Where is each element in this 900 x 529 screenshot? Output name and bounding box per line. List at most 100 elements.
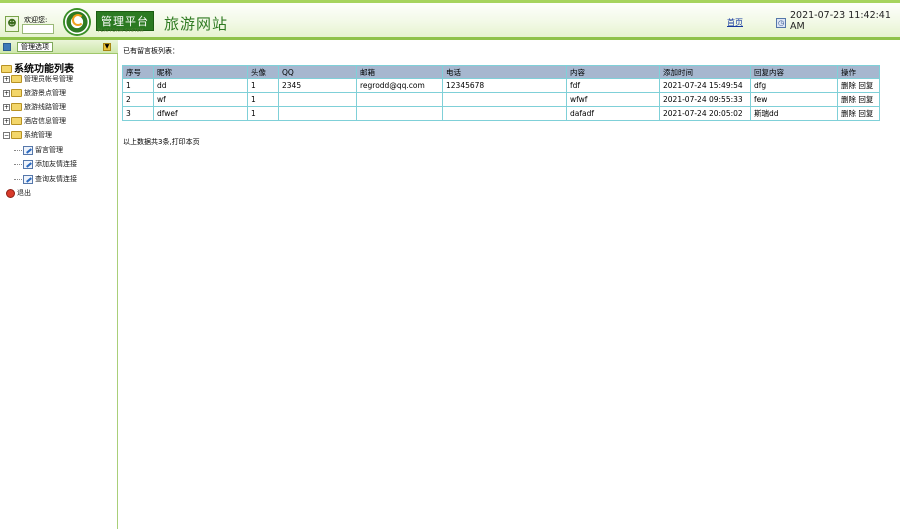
- cell-email: [356, 92, 443, 107]
- folder-icon: [11, 75, 22, 83]
- expand-plus-icon[interactable]: +: [3, 75, 10, 83]
- sidebar-item-label: 查询友情连接: [35, 175, 77, 183]
- column-header: 回复内容: [750, 65, 838, 79]
- folder-open-icon: [11, 131, 22, 139]
- cell-id: 3: [122, 106, 154, 121]
- sidebar-item-label: 退出: [17, 189, 31, 197]
- column-header: QQ: [278, 65, 357, 79]
- home-link[interactable]: 首页: [727, 17, 743, 28]
- site-title: 旅游网站: [164, 15, 229, 33]
- sidebar-item-add-friend-link[interactable]: 添加友情连接: [14, 159, 77, 170]
- tree-node-travel-routes[interactable]: + 旅游线路管理: [3, 102, 66, 113]
- collapse-minus-icon[interactable]: −: [3, 131, 10, 139]
- column-header: 操作: [837, 65, 880, 79]
- sidebar-header: 管理选项 ▼: [0, 40, 118, 54]
- table-row: 2 wf 1 wfwf 2021-07-24 09:55:33 few 删除 回…: [122, 92, 880, 107]
- cell-qq: 2345: [278, 78, 357, 93]
- cell-nickname: wf: [153, 92, 248, 107]
- sidebar-item-query-friend-link[interactable]: 查询友情连接: [14, 174, 77, 185]
- tree-node-scenic-spots[interactable]: + 旅游景点管理: [3, 88, 66, 99]
- main-content: 已有留言板列表： 序号 昵称 头像 QQ 邮箱 电话 内容 添加时间 回复内容 …: [118, 40, 900, 529]
- collapse-arrow-icon[interactable]: ▼: [103, 43, 111, 51]
- tree-node-system-management[interactable]: − 系统管理: [3, 130, 52, 141]
- table-row: 1 dd 1 2345 regrodd@qq.com 12345678 fdf …: [122, 78, 880, 93]
- edit-page-icon: [23, 145, 33, 155]
- cell-actions: 删除 回复: [837, 92, 880, 107]
- tree-node-hotel-info[interactable]: + 酒店信息管理: [3, 116, 66, 127]
- cell-email: [356, 106, 443, 121]
- reply-link[interactable]: 回复: [858, 109, 873, 118]
- column-header: 内容: [566, 65, 660, 79]
- expand-plus-icon[interactable]: +: [3, 103, 10, 111]
- cell-qq: [278, 92, 357, 107]
- list-caption: 已有留言板列表：: [123, 47, 179, 55]
- delete-link[interactable]: 删除: [841, 95, 856, 104]
- cell-avatar: 1: [247, 78, 279, 93]
- cell-added-time: 2021-07-24 20:05:02: [659, 106, 751, 121]
- cell-nickname: dd: [153, 78, 248, 93]
- cell-content: wfwf: [566, 92, 660, 107]
- cell-content: fdf: [566, 78, 660, 93]
- column-header: 序号: [122, 65, 154, 79]
- tree-node-label: 旅游景点管理: [24, 89, 66, 97]
- cell-reply: 斯瑞dd: [750, 106, 838, 121]
- column-header: 电话: [442, 65, 567, 79]
- logo-subtitle: PLATFORM SYSTEM: [98, 28, 144, 33]
- message-table: 序号 昵称 头像 QQ 邮箱 电话 内容 添加时间 回复内容 操作 1 dd 1…: [122, 65, 880, 121]
- cell-added-time: 2021-07-24 15:49:54: [659, 78, 751, 93]
- edit-page-icon: [23, 174, 33, 184]
- tree-root[interactable]: 系统功能列表: [1, 60, 74, 75]
- tab-management-options[interactable]: 管理选项: [17, 42, 53, 52]
- cell-reply: few: [750, 92, 838, 107]
- cell-id: 2: [122, 92, 154, 107]
- tree-node-admin-accounts[interactable]: + 管理员帐号管理: [3, 74, 73, 85]
- column-header: 昵称: [153, 65, 248, 79]
- tree-node-label: 管理员帐号管理: [24, 75, 73, 83]
- cell-added-time: 2021-07-24 09:55:33: [659, 92, 751, 107]
- sidebar-item-label: 留言管理: [35, 146, 63, 154]
- tree-node-label: 旅游线路管理: [24, 103, 66, 111]
- sidebar-item-exit[interactable]: 退出: [6, 188, 31, 199]
- sidebar-item-label: 添加友情连接: [35, 160, 77, 168]
- cell-reply: dfg: [750, 78, 838, 93]
- top-header: ☻ 欢迎您: 管理平台 PLATFORM SYSTEM 旅游网站 首页 ◷ 20…: [0, 0, 900, 40]
- edit-page-icon: [23, 159, 33, 169]
- cell-qq: [278, 106, 357, 121]
- username-display: [22, 24, 54, 34]
- cell-actions: 删除 回复: [837, 106, 880, 121]
- cell-email: regrodd@qq.com: [356, 78, 443, 93]
- sidebar-item-message-management[interactable]: 留言管理: [14, 145, 63, 156]
- clock-icon: ◷: [776, 18, 786, 28]
- cell-phone: [442, 106, 567, 121]
- column-header: 邮箱: [356, 65, 443, 79]
- table-header-row: 序号 昵称 头像 QQ 邮箱 电话 内容 添加时间 回复内容 操作: [122, 65, 880, 79]
- grid-icon: [3, 43, 11, 51]
- cell-avatar: 1: [247, 106, 279, 121]
- tree-node-label: 酒店信息管理: [24, 117, 66, 125]
- cell-content: dafadf: [566, 106, 660, 121]
- folder-open-icon: [1, 65, 12, 73]
- cell-phone: 12345678: [442, 78, 567, 93]
- user-icon: ☻: [5, 16, 19, 32]
- delete-link[interactable]: 删除: [841, 109, 856, 118]
- tree-node-label: 系统管理: [24, 131, 52, 139]
- reply-link[interactable]: 回复: [858, 81, 873, 90]
- record-count-note: 以上数据共3条,打印本页: [123, 138, 200, 146]
- header-top-line: [0, 0, 900, 3]
- folder-icon: [11, 103, 22, 111]
- folder-icon: [11, 117, 22, 125]
- table-row: 3 dfwef 1 dafadf 2021-07-24 20:05:02 斯瑞d…: [122, 106, 880, 121]
- cell-phone: [442, 92, 567, 107]
- expand-plus-icon[interactable]: +: [3, 89, 10, 97]
- sidebar: 管理选项 ▼ 系统功能列表 + 管理员帐号管理 + 旅游景点管理 + 旅游线路管理 +…: [0, 40, 118, 529]
- expand-plus-icon[interactable]: +: [3, 117, 10, 125]
- column-header: 添加时间: [659, 65, 751, 79]
- reply-link[interactable]: 回复: [858, 95, 873, 104]
- delete-link[interactable]: 删除: [841, 81, 856, 90]
- cell-id: 1: [122, 78, 154, 93]
- cell-actions: 删除 回复: [837, 78, 880, 93]
- logo-emblem-icon: [63, 8, 91, 36]
- exit-icon: [6, 188, 15, 198]
- cell-nickname: dfwef: [153, 106, 248, 121]
- folder-icon: [11, 89, 22, 97]
